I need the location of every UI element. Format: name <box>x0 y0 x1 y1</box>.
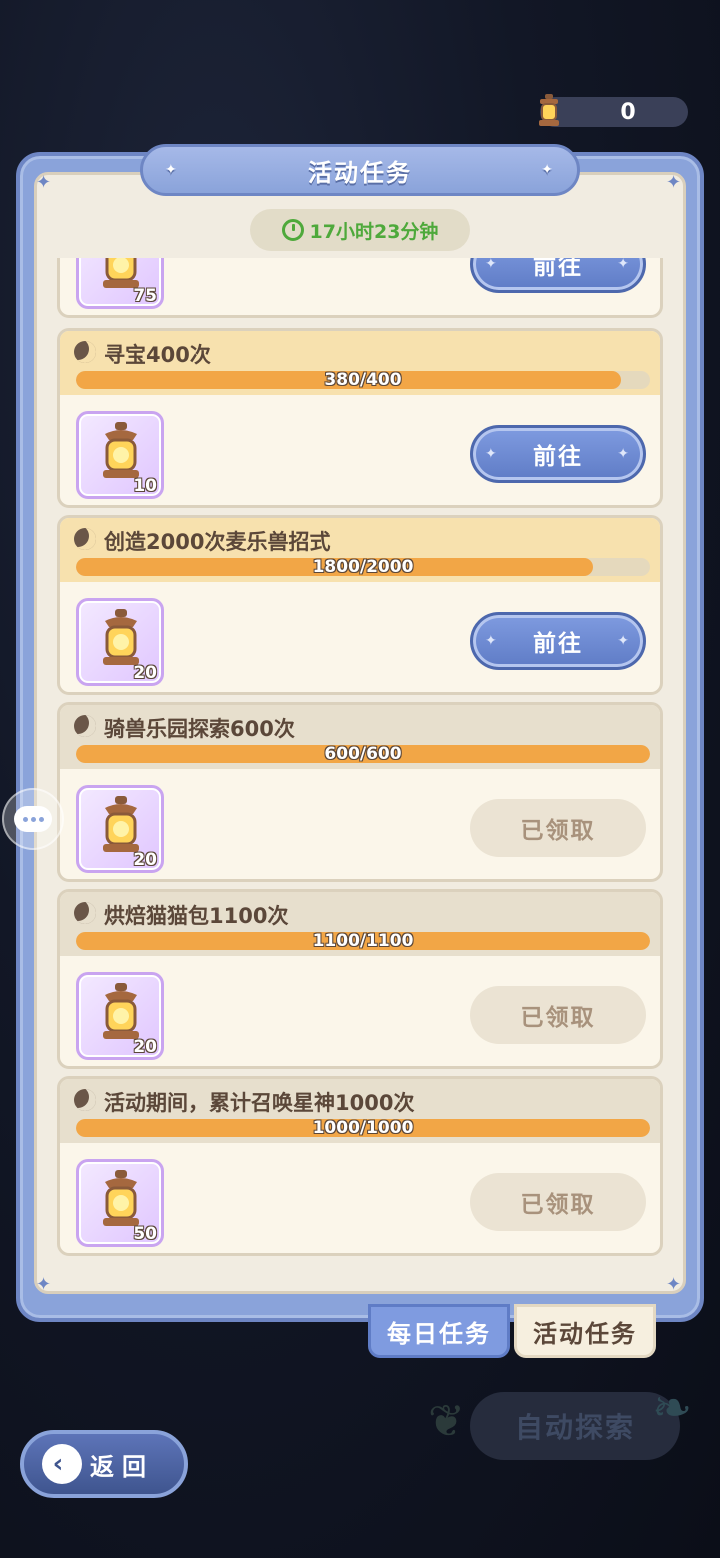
task-title: 寻宝400次 <box>104 343 211 367</box>
task-card: 骑兽乐园探索600次 600/600 20 已领取 <box>57 702 663 882</box>
go-button-label: 前往 <box>533 444 583 470</box>
progress-bar: 1800/2000 <box>76 558 650 576</box>
go-button-label: 前往 <box>533 258 583 280</box>
sparkle-icon: ✦ <box>617 446 631 462</box>
task-card: 活动期间，累计召唤星神1000次 1000/1000 50 已领取 <box>57 1076 663 1256</box>
sparkle-icon: ✦ <box>165 162 179 178</box>
chat-button[interactable] <box>2 788 64 850</box>
reward-slot[interactable]: 75 <box>76 258 164 309</box>
task-card-partial: 75 ✦ 前往 ✦ <box>57 258 663 318</box>
auto-explore-button[interactable]: 自动探索 <box>470 1392 680 1460</box>
tab-daily-tasks[interactable]: 每日任务 <box>368 1304 510 1358</box>
sparkle-icon: ✦ <box>541 162 555 178</box>
currency-value: 0 <box>620 99 636 125</box>
reward-slot[interactable]: 20 <box>76 598 164 686</box>
claimed-button[interactable]: 已领取 <box>470 799 646 857</box>
corner-ornament-icon: ✦ <box>36 1274 52 1295</box>
reward-slot[interactable]: 20 <box>76 972 164 1060</box>
back-arrow-icon: ‹ <box>42 1444 82 1484</box>
reward-count: 75 <box>133 286 157 306</box>
task-title: 创造2000次麦乐兽招式 <box>104 530 331 554</box>
go-button[interactable]: ✦ 前往 ✦ <box>470 258 646 293</box>
clock-icon <box>281 219 304 241</box>
go-button[interactable]: ✦ 前往 ✦ <box>470 612 646 670</box>
panel-title: ✦ 活动任务 ✦ <box>140 144 580 196</box>
moon-icon <box>74 528 96 550</box>
moon-icon <box>74 902 96 924</box>
task-header: 活动期间，累计召唤星神1000次 1000/1000 <box>60 1079 660 1143</box>
task-title: 活动期间，累计召唤星神1000次 <box>104 1091 415 1115</box>
lantern-icon <box>103 609 139 665</box>
lantern-icon <box>103 796 139 852</box>
lantern-icon <box>103 422 139 478</box>
moon-icon <box>74 1089 96 1111</box>
go-button-label: 前往 <box>533 631 583 657</box>
progress-text: 600/600 <box>324 745 402 763</box>
progress-bar: 1000/1000 <box>76 1119 650 1137</box>
sparkle-icon: ✦ <box>617 633 631 649</box>
currency-display: 0 <box>539 94 688 127</box>
lantern-icon <box>103 983 139 1039</box>
panel-title-text: 活动任务 <box>308 158 412 187</box>
go-button[interactable]: ✦ 前往 ✦ <box>470 425 646 483</box>
reward-slot[interactable]: 10 <box>76 411 164 499</box>
sparkle-icon: ✦ <box>485 258 499 272</box>
progress-bar: 380/400 <box>76 371 650 389</box>
moon-icon <box>74 715 96 737</box>
sparkle-icon: ✦ <box>485 446 499 462</box>
moon-icon <box>74 341 96 363</box>
task-card: 创造2000次麦乐兽招式 1800/2000 20 ✦ 前往 ✦ <box>57 515 663 695</box>
chat-icon <box>14 806 52 832</box>
progress-text: 1100/1100 <box>312 932 414 950</box>
task-header: 创造2000次麦乐兽招式 1800/2000 <box>60 518 660 582</box>
task-card: 寻宝400次 380/400 10 ✦ 前往 ✦ <box>57 328 663 508</box>
task-header: 骑兽乐园探索600次 600/600 <box>60 705 660 769</box>
task-title: 烘焙猫猫包1100次 <box>104 904 289 928</box>
sparkle-icon: ✦ <box>485 633 499 649</box>
corner-ornament-icon: ✦ <box>666 1274 682 1295</box>
reward-count: 20 <box>133 850 157 870</box>
lantern-icon <box>103 1170 139 1226</box>
claimed-button[interactable]: 已领取 <box>470 986 646 1044</box>
tab-event-tasks[interactable]: 活动任务 <box>514 1304 656 1358</box>
back-button-label: 返回 <box>90 1452 154 1481</box>
progress-bar: 1100/1100 <box>76 932 650 950</box>
task-list[interactable]: 75 ✦ 前往 ✦ 寻宝400次 380/400 10 ✦ 前往 ✦ 创造2000次… <box>57 258 663 1258</box>
task-header: 烘焙猫猫包1100次 1100/1100 <box>60 892 660 956</box>
progress-text: 380/400 <box>324 371 402 389</box>
lantern-icon <box>539 94 559 126</box>
butterfly-icon: ❧ <box>652 1380 693 1436</box>
back-button[interactable]: ‹ 返回 <box>20 1430 188 1498</box>
countdown-timer: 17小时23分钟 <box>250 209 470 251</box>
task-card: 烘焙猫猫包1100次 1100/1100 20 已领取 <box>57 889 663 1069</box>
reward-slot[interactable]: 20 <box>76 785 164 873</box>
task-header: 寻宝400次 380/400 <box>60 331 660 395</box>
corner-ornament-icon: ✦ <box>666 172 682 193</box>
progress-text: 1000/1000 <box>312 1119 414 1137</box>
progress-bar: 600/600 <box>76 745 650 763</box>
corner-ornament-icon: ✦ <box>36 172 52 193</box>
claimed-button[interactable]: 已领取 <box>470 1173 646 1231</box>
timer-text: 17小时23分钟 <box>309 220 439 243</box>
reward-count: 20 <box>133 663 157 683</box>
reward-count: 50 <box>133 1224 157 1244</box>
sparkle-icon: ✦ <box>617 258 631 272</box>
task-title: 骑兽乐园探索600次 <box>104 717 295 741</box>
reward-count: 20 <box>133 1037 157 1057</box>
reward-count: 10 <box>133 476 157 496</box>
laurel-icon: ❦ <box>428 1396 465 1447</box>
progress-text: 1800/2000 <box>312 558 414 576</box>
reward-slot[interactable]: 50 <box>76 1159 164 1247</box>
